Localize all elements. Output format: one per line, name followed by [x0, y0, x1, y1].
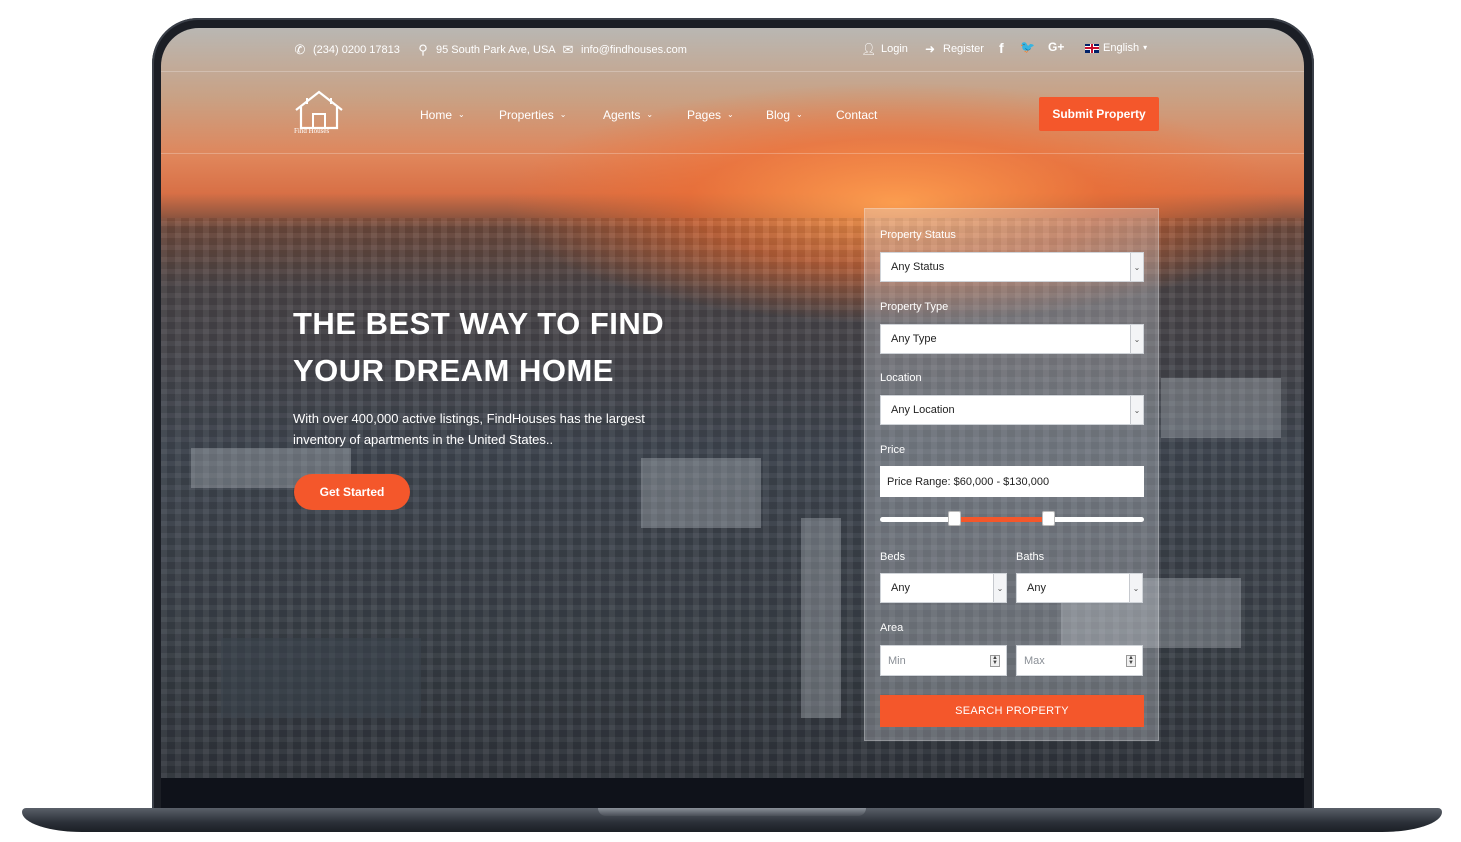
area-label: Area — [880, 622, 904, 634]
baths-select[interactable]: Any ⌄ — [1016, 573, 1143, 603]
location-pin-icon: ⚲ — [418, 42, 428, 57]
phone-icon: ✆ — [294, 42, 306, 57]
twitter-icon[interactable]: 🐦 — [1020, 40, 1035, 54]
email-text: info@findhouses.com — [581, 44, 687, 56]
area-max-input[interactable]: Max ▲ ▼ — [1016, 645, 1143, 676]
select-value: Any Type — [891, 333, 937, 345]
nav-item-blog[interactable]: Blog ⌄ — [766, 108, 803, 122]
price-slider-min-handle[interactable] — [948, 511, 961, 526]
area-min-input[interactable]: Min ▲ ▼ — [880, 645, 1007, 676]
chevron-down-icon: ⌄ — [458, 109, 465, 119]
email-contact[interactable]: ✉ info@findhouses.com — [561, 42, 687, 58]
hero-title: THE BEST WAY TO FIND YOUR DREAM HOME — [293, 300, 664, 394]
select-value: Any Location — [891, 404, 955, 416]
user-icon: 👤︎ — [861, 42, 877, 56]
city-building — [641, 458, 761, 528]
select-value: Any Status — [891, 261, 945, 273]
top-bar: ✆ (234) 0200 17813 ⚲ 95 South Park Ave, … — [161, 28, 1304, 72]
beds-select[interactable]: Any ⌄ — [880, 573, 1007, 603]
get-started-button[interactable]: Get Started — [294, 474, 410, 510]
location-select[interactable]: Any Location ⌄ — [880, 395, 1144, 425]
main-navbar: Find Houses Home ⌄ Properties ⌄ Agents ⌄… — [161, 72, 1304, 154]
select-value: Any — [891, 582, 910, 594]
hero-subtitle: With over 400,000 active listings, FindH… — [293, 411, 645, 447]
nav-item-properties[interactable]: Properties ⌄ — [499, 108, 566, 122]
sign-in-icon: ➜ — [924, 42, 936, 56]
nav-item-contact[interactable]: Contact — [836, 108, 877, 122]
property-type-select[interactable]: Any Type ⌄ — [880, 324, 1144, 354]
logo-text: Find Houses — [294, 127, 330, 135]
nav-label: Agents — [603, 108, 641, 122]
location-label: Location — [880, 372, 922, 384]
nav-label: Pages — [687, 108, 722, 122]
stepper-icon[interactable]: ▲ ▼ — [1126, 655, 1136, 667]
property-status-label: Property Status — [880, 229, 956, 241]
nav-item-home[interactable]: Home ⌄ — [420, 108, 465, 122]
nav-item-pages[interactable]: Pages ⌄ — [687, 108, 734, 122]
uk-flag-icon — [1085, 43, 1099, 53]
city-building — [221, 638, 421, 718]
chevron-down-icon: ⌄ — [796, 109, 803, 119]
baths-label: Baths — [1016, 551, 1045, 563]
beds-label: Beds — [880, 551, 906, 563]
nav-label: Blog — [766, 108, 791, 122]
property-search-panel: Property Status Any Status ⌄ Property Ty… — [864, 208, 1159, 741]
chevron-down-icon: ⌄ — [559, 109, 567, 119]
price-range-field[interactable]: Price Range: $60,000 - $130,000 — [880, 466, 1144, 497]
register-label: Register — [943, 43, 984, 55]
laptop-notch — [598, 808, 866, 816]
envelope-icon: ✉ — [562, 42, 574, 57]
chevron-down-icon: ⌄ — [727, 109, 734, 119]
stepper-icon[interactable]: ▲ ▼ — [990, 655, 1000, 667]
nav-label: Contact — [836, 108, 878, 122]
language-selector[interactable]: English ▾ — [1085, 42, 1147, 54]
register-link[interactable]: ➜ Register — [923, 42, 984, 56]
select-value: Any — [1027, 582, 1046, 594]
price-label: Price — [880, 444, 906, 456]
language-label: English — [1103, 42, 1140, 54]
address-contact: ⚲ 95 South Park Ave, USA — [416, 42, 556, 58]
chevron-down-icon: ⌄ — [646, 109, 654, 119]
chevron-down-icon: ⌄ — [1130, 325, 1143, 353]
screen-bottom-strip — [161, 778, 1304, 808]
city-building — [1161, 378, 1281, 438]
price-slider-range — [954, 517, 1048, 522]
chevron-down-icon: ▾ — [1143, 42, 1148, 52]
hero-title-line-2: YOUR DREAM HOME — [293, 353, 614, 388]
nav-item-agents[interactable]: Agents ⌄ — [603, 108, 653, 122]
login-link[interactable]: 👤︎ Login — [861, 42, 908, 56]
hero-title-line-1: THE BEST WAY TO FIND — [293, 306, 665, 341]
phone-text: (234) 0200 17813 — [313, 44, 400, 56]
address-text: 95 South Park Ave, USA — [436, 44, 556, 56]
property-status-select[interactable]: Any Status ⌄ — [880, 252, 1144, 282]
city-building — [801, 518, 841, 718]
google-plus-icon[interactable]: G+ — [1048, 40, 1064, 54]
website-screen: ✆ (234) 0200 17813 ⚲ 95 South Park Ave, … — [161, 28, 1304, 778]
placeholder: Min — [888, 654, 906, 667]
phone-contact[interactable]: ✆ (234) 0200 17813 — [293, 42, 400, 58]
nav-label: Home — [420, 108, 453, 122]
price-slider-max-handle[interactable] — [1042, 511, 1055, 526]
chevron-down-icon: ⌄ — [1130, 253, 1143, 281]
nav-label: Properties — [499, 108, 554, 122]
chevron-down-icon: ⌄ — [1130, 396, 1143, 424]
chevron-down-icon: ⌄ — [993, 574, 1006, 602]
chevron-down-icon: ⌄ — [1129, 574, 1142, 602]
search-property-button[interactable]: SEARCH PROPERTY — [880, 695, 1144, 727]
facebook-icon[interactable]: f — [999, 40, 1004, 56]
property-type-label: Property Type — [880, 301, 949, 313]
submit-property-button[interactable]: Submit Property — [1039, 97, 1159, 131]
login-label: Login — [881, 43, 908, 55]
placeholder: Max — [1024, 654, 1045, 667]
